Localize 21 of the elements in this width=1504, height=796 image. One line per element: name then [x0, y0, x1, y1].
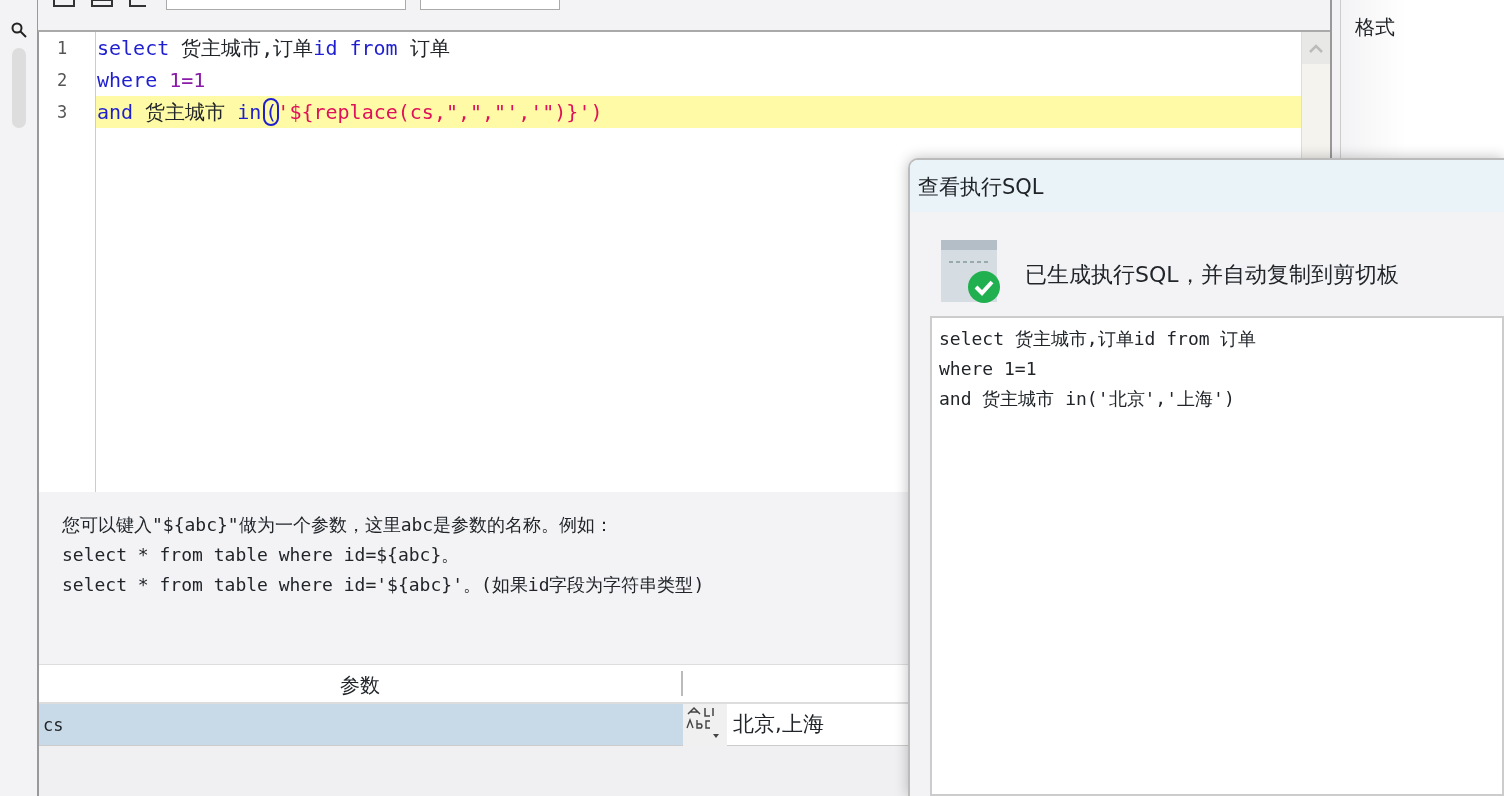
scrollbar-thumb[interactable]: [11, 48, 26, 128]
clipboard-check-icon: [941, 240, 1001, 304]
format-label: 格式: [1355, 14, 1396, 41]
parameter-name[interactable]: cs: [39, 704, 683, 745]
column-header: 参数: [39, 671, 683, 696]
dropdown-field[interactable]: [166, 0, 406, 10]
toolbar-icon[interactable]: [90, 0, 114, 8]
line-number: 1: [56, 37, 69, 60]
text-type-icon[interactable]: [683, 703, 727, 746]
dialog-title: 查看执行SQL: [910, 160, 1504, 212]
code-line: where 1=1: [96, 67, 207, 94]
help-text: select * from table where id='${abc}'。(如果id字段为字符串类型): [62, 573, 706, 597]
line-number: 3: [56, 101, 69, 124]
sql-output-field[interactable]: select 货主城市,订单id from 订单 where 1=1 and 货主城市 in('北京','上海'): [930, 316, 1504, 796]
help-text: 您可以键入"${abc}"做为一个参数，这里abc是参数的名称。例如：: [62, 513, 615, 537]
help-text: select * from table where id=${abc}。: [62, 543, 461, 567]
line-number: 2: [56, 69, 69, 92]
toolbar-icon[interactable]: [52, 0, 76, 8]
dropdown-field[interactable]: [420, 0, 560, 10]
search-icon[interactable]: [10, 22, 27, 38]
code-line: select 货主城市,订单id from 订单: [96, 35, 451, 62]
